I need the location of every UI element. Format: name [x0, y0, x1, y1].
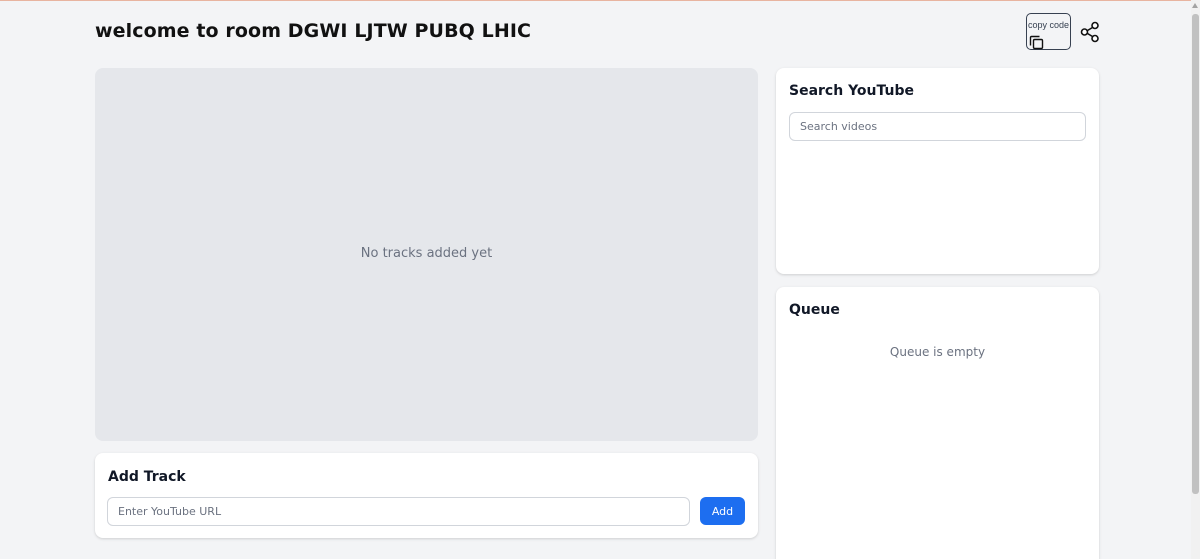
player-empty-message: No tracks added yet — [360, 246, 493, 261]
add-track-button[interactable]: Add — [700, 497, 745, 525]
search-heading: Search YouTube — [789, 83, 915, 99]
scroll-up-icon[interactable] — [1192, 3, 1198, 8]
page-title: welcome to room DGWI LJTW PUBQ LHIC — [95, 20, 532, 42]
copy-icon — [1029, 35, 1045, 54]
copy-code-label: copy code — [1028, 20, 1070, 30]
add-track-panel: Add Track Add — [95, 453, 758, 538]
top-accent-line — [0, 0, 1200, 1]
queue-empty-message: Queue is empty — [889, 345, 986, 359]
youtube-url-input[interactable] — [107, 497, 690, 526]
add-track-heading: Add Track — [108, 469, 186, 485]
page-scrollbar[interactable] — [1191, 0, 1200, 559]
copy-code-button[interactable]: copy code — [1026, 13, 1071, 50]
queue-panel: Queue Queue is empty — [776, 287, 1099, 559]
scrollbar-thumb[interactable] — [1192, 14, 1199, 494]
search-youtube-panel: Search YouTube — [776, 68, 1099, 274]
search-input[interactable] — [789, 112, 1086, 141]
queue-heading: Queue — [789, 302, 840, 318]
share-icon — [1079, 21, 1101, 47]
video-player: No tracks added yet — [95, 68, 758, 441]
share-button[interactable] — [1079, 21, 1101, 43]
